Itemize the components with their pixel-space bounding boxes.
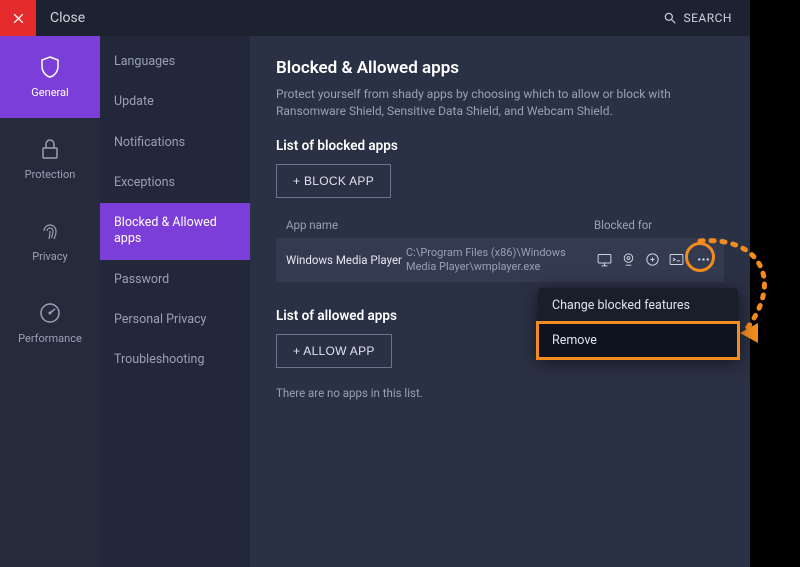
blocked-heading: List of blocked apps — [276, 138, 724, 154]
titlebar: Close SEARCH — [0, 0, 750, 36]
page-title: Blocked & Allowed apps — [276, 58, 724, 78]
terminal-icon — [668, 251, 685, 268]
nav-privacy-label: Privacy — [32, 250, 68, 263]
allowed-empty-text: There are no apps in this list. — [276, 386, 724, 400]
nav-general[interactable]: General — [0, 36, 100, 118]
subnav-personal-privacy[interactable]: Personal Privacy — [100, 300, 250, 340]
app-path-cell: C:\Program Files (x86)\Windows Media Pla… — [406, 246, 596, 275]
nav-performance-label: Performance — [18, 332, 82, 345]
search-button[interactable]: SEARCH — [663, 11, 732, 25]
nav-general-label: General — [31, 86, 68, 99]
gauge-icon — [38, 301, 62, 325]
subnav-exceptions[interactable]: Exceptions — [100, 163, 250, 203]
blocked-for-icons — [596, 249, 714, 271]
page-description: Protect yourself from shady apps by choo… — [276, 86, 696, 120]
lock-icon — [38, 137, 62, 161]
subnav-update[interactable]: Update — [100, 82, 250, 122]
webcam-icon — [620, 251, 637, 268]
table-row[interactable]: Windows Media Player C:\Program Files (x… — [276, 238, 724, 283]
more-options-button[interactable] — [692, 249, 714, 271]
shield-icon — [38, 55, 62, 79]
search-icon — [663, 11, 677, 25]
close-label: Close — [50, 10, 85, 26]
data-shield-icon — [644, 251, 661, 268]
menu-change-features[interactable]: Change blocked features — [538, 288, 738, 323]
nav-protection[interactable]: Protection — [0, 118, 100, 200]
col-blocked-for: Blocked for — [594, 218, 714, 232]
menu-remove[interactable]: Remove — [538, 323, 738, 358]
monitor-icon — [596, 251, 613, 268]
subnav-languages[interactable]: Languages — [100, 42, 250, 82]
nav-performance[interactable]: Performance — [0, 282, 100, 364]
fingerprint-icon — [38, 219, 62, 243]
app-window: Close SEARCH General Protection Privacy … — [0, 0, 750, 567]
primary-nav: General Protection Privacy Performance — [0, 36, 100, 567]
subnav-troubleshooting[interactable]: Troubleshooting — [100, 340, 250, 380]
app-name-cell: Windows Media Player — [286, 253, 406, 267]
block-app-button[interactable]: + BLOCK APP — [276, 164, 391, 198]
allow-app-button[interactable]: + ALLOW APP — [276, 334, 392, 368]
secondary-nav: Languages Update Notifications Exception… — [100, 36, 250, 567]
search-label: SEARCH — [683, 11, 732, 25]
subnav-blocked-allowed[interactable]: Blocked & Allowed apps — [100, 203, 250, 260]
subnav-notifications[interactable]: Notifications — [100, 123, 250, 163]
subnav-password[interactable]: Password — [100, 260, 250, 300]
blocked-table-header: App name Blocked for — [276, 212, 724, 238]
col-app-name: App name — [286, 218, 406, 232]
close-icon — [12, 12, 25, 25]
nav-protection-label: Protection — [25, 168, 76, 181]
nav-privacy[interactable]: Privacy — [0, 200, 100, 282]
close-button[interactable] — [0, 0, 36, 36]
more-horizontal-icon — [695, 251, 712, 268]
context-menu: Change blocked features Remove — [538, 288, 738, 358]
